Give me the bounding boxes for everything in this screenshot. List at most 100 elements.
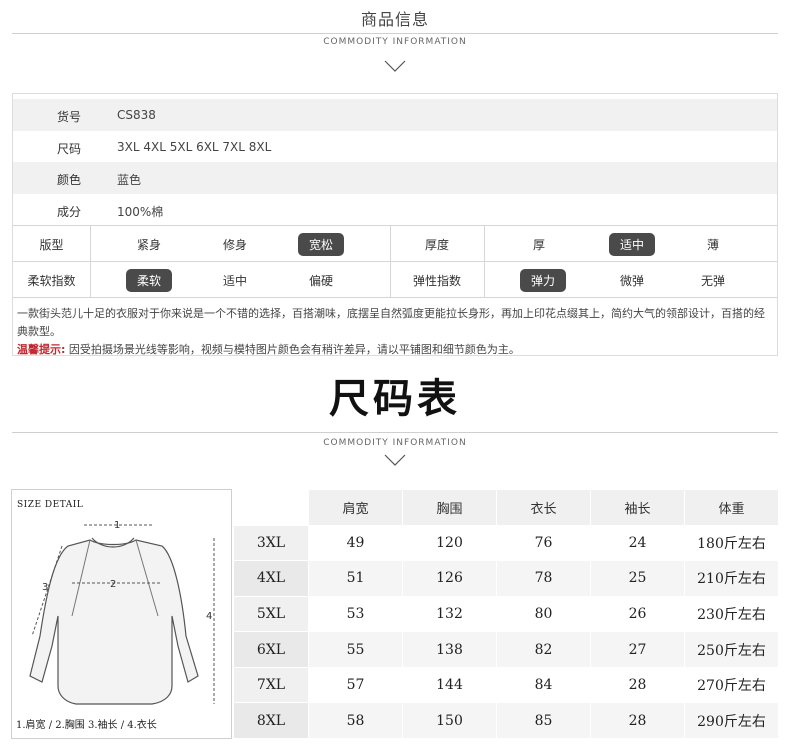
value-cell: 28: [590, 702, 685, 739]
header-chest: 胸围: [402, 489, 497, 526]
value-cell: 210斤左右: [684, 560, 779, 597]
table-row: 3XL 49 120 76 24 180斤左右: [233, 524, 779, 562]
info-label: 颜色: [56, 173, 81, 187]
value-cell: 290斤左右: [684, 702, 779, 739]
size-table: 肩宽 胸围 衣长 袖长 体重 3XL 49 120 76 24 180斤左右 4…: [233, 489, 779, 739]
selected-pill: 宽松: [297, 232, 344, 256]
option-soft-medium: 适中: [222, 273, 247, 288]
tip-line: 温馨提示: 因受拍摄场景光线等影响，视频与模特图片颜色会有稍许差异，请以平铺图和…: [17, 341, 775, 359]
size-cell: 5XL: [233, 595, 309, 633]
value-cell: 55: [308, 631, 403, 668]
option-fit-loose: 宽松: [285, 226, 357, 262]
selected-pill: 弹力: [519, 268, 566, 292]
value-cell: 58: [308, 702, 403, 739]
attribute-label-softness: 柔软指数: [27, 273, 76, 288]
option-fit-tight: 紧身: [136, 237, 161, 252]
size-cell: 4XL: [233, 560, 309, 597]
option-fit-slim: 修身: [222, 237, 247, 252]
selected-pill: 适中: [608, 232, 655, 256]
size-detail-panel: SIZE DETAIL 1 2 3 4 1.肩宽 / 2.胸围 3.袖长 / 4…: [11, 489, 232, 739]
header-shoulder: 肩宽: [308, 489, 403, 526]
value-cell: 24: [590, 524, 685, 562]
attribute-row-fit: 版型 紧身 修身 宽松 厚度 厚 适中 薄: [13, 225, 777, 262]
description-body: 一款街头范儿十足的衣服对于你来说是一个不错的选择，百搭潮味，底摆呈自然弧度更能拉…: [17, 307, 765, 338]
chevron-down-icon: [384, 454, 406, 466]
table-row: 6XL 55 138 82 27 250斤左右: [233, 631, 779, 668]
value-cell: 57: [308, 666, 403, 704]
value-cell: 82: [496, 631, 591, 668]
value-cell: 120: [402, 524, 497, 562]
value-cell: 49: [308, 524, 403, 562]
section-subtitle: COMMODITY INFORMATION: [323, 37, 467, 47]
shirt-diagram-icon: 1 2 3 4: [29, 520, 215, 705]
size-cell: 3XL: [233, 524, 309, 562]
attribute-row-softness: 柔软指数 柔软 适中 偏硬 弹性指数 弹力 微弹 无弹: [13, 261, 777, 298]
attribute-label-thickness: 厚度: [424, 237, 449, 252]
value-cell: 144: [402, 666, 497, 704]
info-value: 蓝色: [117, 173, 142, 187]
chevron-down-icon: [384, 60, 406, 72]
value-cell: 84: [496, 666, 591, 704]
description-text: 一款街头范儿十足的衣服对于你来说是一个不错的选择，百搭潮味，底摆呈自然弧度更能拉…: [17, 305, 775, 359]
value-cell: 76: [496, 524, 591, 562]
info-label: 货号: [56, 110, 81, 124]
measure-label-4: 4: [206, 611, 212, 622]
size-detail-title: SIZE DETAIL: [17, 500, 84, 510]
value-cell: 250斤左右: [684, 631, 779, 668]
option-thickness-medium: 适中: [596, 226, 668, 262]
divider: [12, 432, 778, 433]
info-label: 成分: [56, 205, 81, 219]
selected-pill: 柔软: [125, 268, 172, 292]
info-row-material: 成分 100%棉: [13, 194, 777, 226]
measure-label-3: 3: [42, 582, 48, 593]
size-chart-title: 尺码表: [329, 376, 461, 422]
size-cell: 7XL: [233, 666, 309, 704]
table-row: 7XL 57 144 84 28 270斤左右: [233, 666, 779, 704]
option-thickness-thick: 厚: [532, 237, 545, 252]
option-elastic: 弹力: [507, 262, 579, 298]
info-value: 100%棉: [117, 205, 164, 219]
value-cell: 150: [402, 702, 497, 739]
option-soft: 柔软: [113, 262, 185, 298]
header-length: 衣长: [496, 489, 591, 526]
header-blank: [233, 489, 309, 526]
option-thickness-thin: 薄: [706, 237, 719, 252]
attribute-label-elasticity: 弹性指数: [412, 273, 461, 288]
attribute-label-fit: 版型: [39, 237, 64, 252]
measure-label-2: 2: [110, 579, 116, 590]
table-row: 8XL 58 150 85 28 290斤左右: [233, 702, 779, 739]
divider: [12, 33, 778, 34]
tip-label: 温馨提示:: [17, 343, 66, 356]
value-cell: 27: [590, 631, 685, 668]
value-cell: 26: [590, 595, 685, 633]
size-cell: 8XL: [233, 702, 309, 739]
table-row: 4XL 51 126 78 25 210斤左右: [233, 560, 779, 597]
size-detail-legend: 1.肩宽 / 2.胸围 3.袖长 / 4.衣长: [16, 720, 157, 731]
info-row-sku: 货号 CS838: [13, 99, 777, 131]
option-soft-hard: 偏硬: [308, 273, 333, 288]
description-block: 一款街头范儿十足的衣服对于你来说是一个不错的选择，百搭潮味，底摆呈自然弧度更能拉…: [13, 297, 777, 356]
value-cell: 230斤左右: [684, 595, 779, 633]
value-cell: 51: [308, 560, 403, 597]
size-table-header: 肩宽 胸围 衣长 袖长 体重: [233, 489, 779, 526]
info-row-color: 颜色 蓝色: [13, 162, 777, 194]
table-row: 5XL 53 132 80 26 230斤左右: [233, 595, 779, 633]
header-sleeve: 袖长: [590, 489, 685, 526]
tip-text: 因受拍摄场景光线等影响，视频与模特图片颜色会有稍许差异，请以平铺图和细节颜色为主…: [68, 343, 520, 356]
value-cell: 85: [496, 702, 591, 739]
size-cell: 6XL: [233, 631, 309, 668]
option-elastic-none: 无弹: [700, 273, 725, 288]
info-label: 尺码: [56, 142, 81, 156]
size-chart-subtitle: COMMODITY INFORMATION: [323, 438, 467, 448]
value-cell: 78: [496, 560, 591, 597]
value-cell: 132: [402, 595, 497, 633]
value-cell: 126: [402, 560, 497, 597]
product-info-table: 货号 CS838 尺码 3XL 4XL 5XL 6XL 7XL 8XL 颜色 蓝…: [12, 93, 778, 356]
option-elastic-slight: 微弹: [619, 273, 644, 288]
value-cell: 25: [590, 560, 685, 597]
info-value: 3XL 4XL 5XL 6XL 7XL 8XL: [117, 140, 272, 154]
section-title-commodity: 商品信息: [360, 10, 429, 29]
measure-label-1: 1: [114, 520, 120, 531]
value-cell: 28: [590, 666, 685, 704]
value-cell: 53: [308, 595, 403, 633]
